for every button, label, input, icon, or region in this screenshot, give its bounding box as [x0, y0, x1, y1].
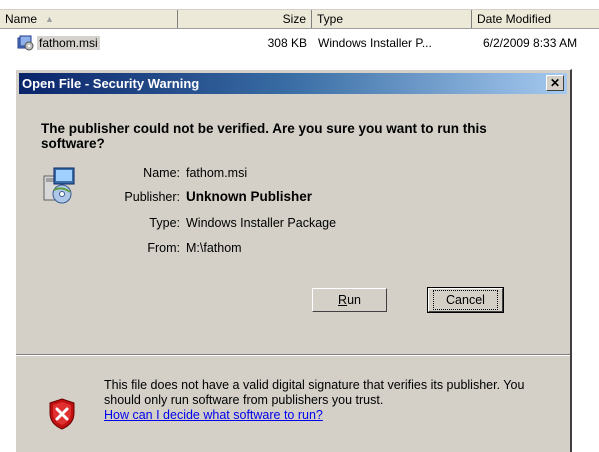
- detail-publisher-row: Publisher: Unknown Publisher: [86, 189, 312, 204]
- run-button-label: Run: [338, 293, 361, 307]
- detail-from-value: M:\fathom: [186, 241, 242, 255]
- detail-type-row: Type: Windows Installer Package: [86, 216, 336, 230]
- warning-message: This file does not have a valid digital …: [104, 378, 564, 423]
- file-name-text: fathom.msi: [37, 36, 100, 50]
- run-button[interactable]: Run: [312, 288, 387, 312]
- column-header-size[interactable]: Size: [178, 10, 312, 28]
- installer-package-icon: [43, 167, 75, 204]
- file-list-row[interactable]: fathom.msi 308 KB Windows Installer P...…: [0, 32, 599, 52]
- detail-name-label: Name:: [143, 166, 180, 180]
- dialog-separator: [16, 354, 570, 356]
- close-icon: ✕: [549, 76, 561, 90]
- detail-from-label: From:: [147, 241, 180, 255]
- column-header-type-label: Type: [317, 12, 344, 26]
- help-link[interactable]: How can I decide what software to run?: [104, 408, 323, 422]
- dialog-title: Open File - Security Warning: [22, 76, 200, 91]
- detail-type-label: Type:: [149, 216, 180, 230]
- msi-file-icon: [17, 35, 34, 51]
- detail-name-row: Name: fathom.msi: [86, 166, 247, 180]
- column-header-date-modified[interactable]: Date Modified: [472, 10, 599, 28]
- column-header-date-label: Date Modified: [477, 12, 552, 26]
- file-type-cell: Windows Installer P...: [318, 36, 432, 50]
- run-accelerator-key: R: [338, 293, 348, 307]
- detail-from-row: From: M:\fathom: [86, 241, 242, 255]
- column-header-type[interactable]: Type: [312, 10, 472, 28]
- dialog-titlebar[interactable]: Open File - Security Warning ✕: [19, 73, 567, 94]
- security-shield-icon: [49, 398, 75, 430]
- detail-name-value: fathom.msi: [186, 166, 248, 180]
- column-header-size-label: Size: [282, 12, 306, 26]
- detail-publisher-value: Unknown Publisher: [186, 189, 313, 204]
- file-size-cell: 308 KB: [267, 36, 307, 50]
- sort-ascending-icon: ▲: [45, 14, 54, 24]
- file-date-cell: 6/2/2009 8:33 AM: [483, 36, 578, 50]
- file-list-header: Name ▲ Size Type Date Modified: [0, 9, 599, 29]
- verification-question: The publisher could not be verified. Are…: [41, 121, 487, 151]
- detail-type-value: Windows Installer Package: [186, 216, 337, 230]
- cancel-button[interactable]: Cancel: [427, 287, 504, 313]
- file-name-cell[interactable]: fathom.msi: [17, 35, 100, 51]
- close-button[interactable]: ✕: [546, 75, 564, 91]
- column-header-name-label: Name: [5, 12, 38, 26]
- warning-text: This file does not have a valid digital …: [104, 378, 525, 407]
- security-warning-dialog: Open File - Security Warning ✕ The publi…: [15, 69, 572, 452]
- column-header-name[interactable]: Name ▲: [0, 10, 178, 28]
- cancel-button-label: Cancel: [433, 290, 498, 310]
- detail-publisher-label: Publisher:: [124, 190, 180, 204]
